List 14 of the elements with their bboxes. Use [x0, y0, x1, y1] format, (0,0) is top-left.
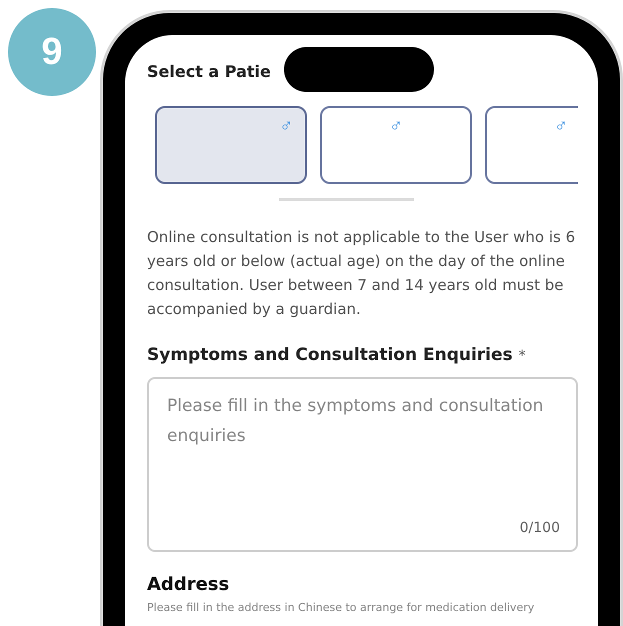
patient-card[interactable]: ♂ — [485, 106, 578, 184]
patient-card[interactable]: ♂ — [320, 106, 472, 184]
male-icon: ♂ — [554, 114, 568, 136]
step-badge: 9 — [8, 8, 96, 96]
field-label: Address — [147, 574, 230, 595]
section-title: Select a Patie — [147, 61, 271, 83]
notice-text: Online consultation is not applicable to the User who is 6 years old or below (actual age) on the day of the online consultation. User between 7 and 14 years old must be accompanied by a guardian. — [147, 227, 576, 320]
character-counter: 0/100 — [520, 520, 560, 536]
male-icon: ♂ — [280, 114, 293, 136]
male-icon: ♂ — [389, 114, 403, 136]
hint-text: Please fill in the address in Chinese to arrange for medication delivery — [147, 601, 536, 614]
required-mark: * — [518, 348, 526, 364]
field-label: Symptoms and Consultation Enquiries — [147, 345, 513, 365]
patient-card[interactable]: ♂ — [155, 106, 307, 184]
